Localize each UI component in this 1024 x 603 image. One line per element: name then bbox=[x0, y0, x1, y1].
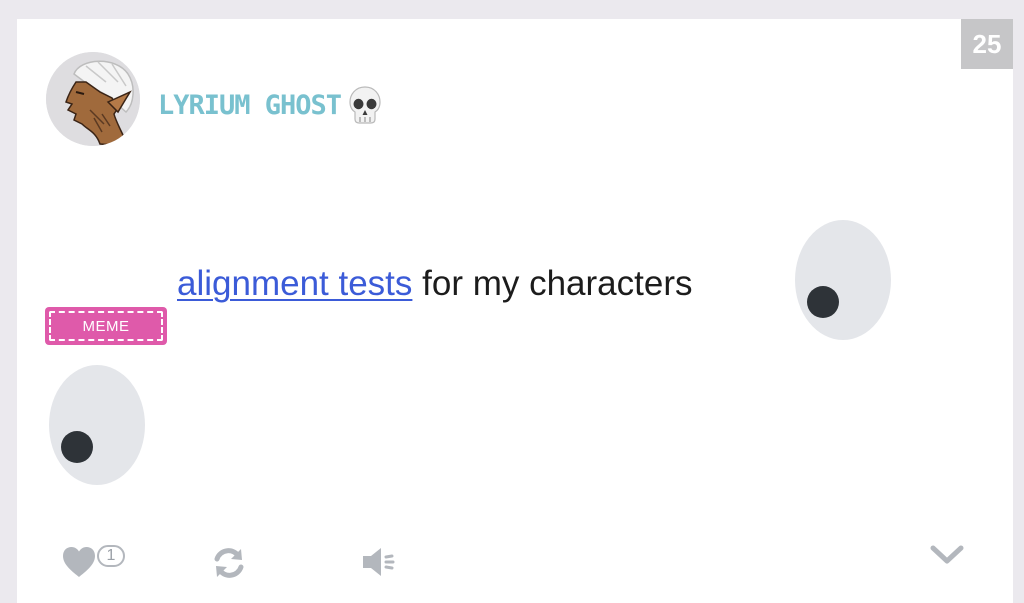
chevron-down-icon[interactable] bbox=[929, 543, 965, 567]
like-count: 1 bbox=[106, 547, 116, 564]
meme-tag-badge[interactable]: MEME bbox=[45, 307, 167, 345]
author-name[interactable]: LYRIUM GHOST bbox=[158, 90, 342, 121]
page-number: 25 bbox=[972, 28, 1002, 59]
skull-icon bbox=[349, 86, 381, 124]
heart-icon[interactable] bbox=[61, 545, 97, 579]
alignment-tests-link[interactable]: alignment tests bbox=[177, 264, 412, 303]
avatar-portrait bbox=[46, 52, 140, 146]
page-number-badge: 25 bbox=[961, 19, 1013, 69]
speaker-icon[interactable] bbox=[361, 545, 401, 579]
author-avatar[interactable] bbox=[46, 52, 140, 146]
like-count-bubble[interactable]: 1 bbox=[97, 545, 125, 567]
googly-eye-right bbox=[795, 220, 891, 340]
refresh-icon[interactable] bbox=[211, 545, 247, 581]
post-body: alignment tests for my characters bbox=[177, 264, 692, 304]
post-body-text: for my characters bbox=[412, 264, 693, 303]
googly-eye-left bbox=[49, 365, 145, 485]
badge-label: MEME bbox=[82, 317, 130, 335]
author-name-row[interactable]: LYRIUM GHOST bbox=[158, 85, 383, 125]
post-card: 25 LYRIUM GHOST alignment tests for my c… bbox=[17, 19, 1013, 603]
